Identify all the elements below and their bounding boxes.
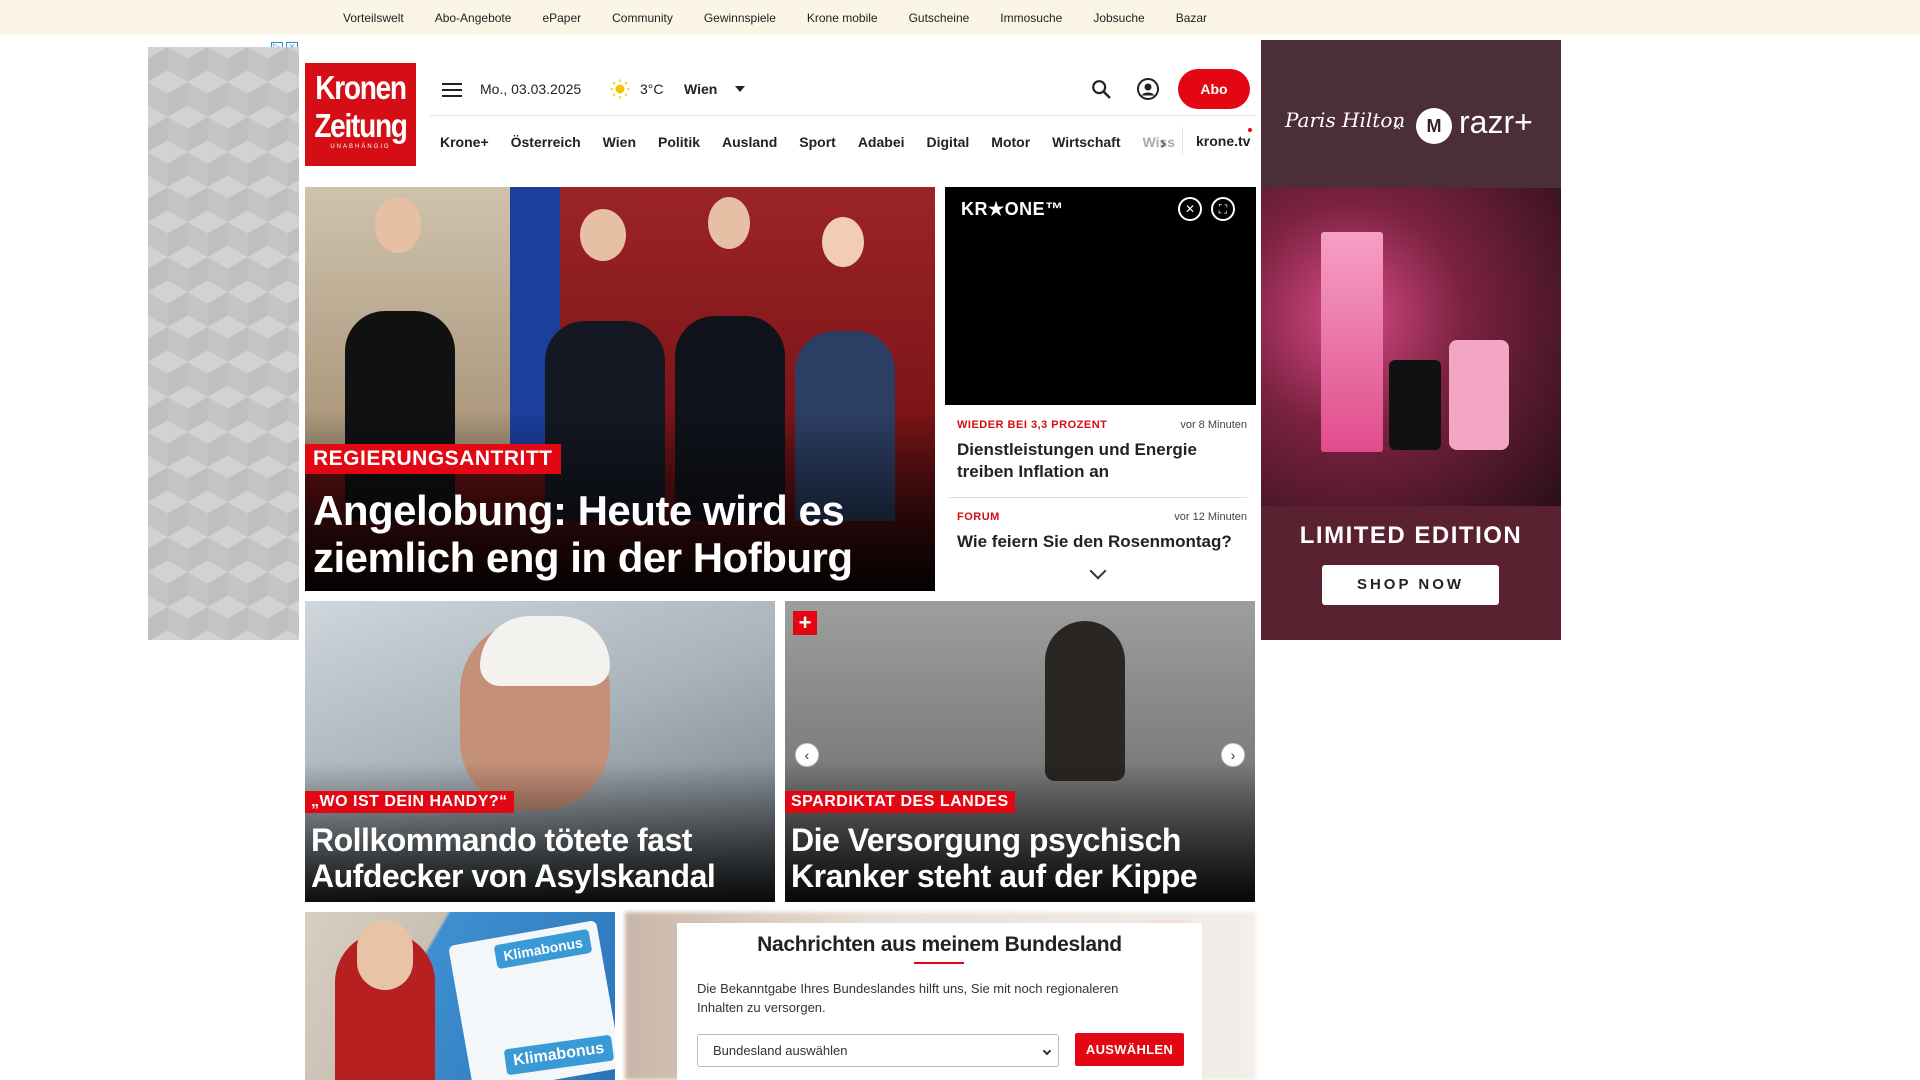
live-dot [1248, 128, 1252, 132]
card-headline[interactable]: Die Versorgung psychisch Kranker steht a… [791, 822, 1251, 894]
ticker-item[interactable]: FORUM vor 12 Minuten Wie feiern Sie den … [957, 511, 1247, 553]
nav-item-sport[interactable]: Sport [799, 134, 836, 150]
hero-image-head [708, 197, 750, 249]
motorola-logo-icon: M [1416, 108, 1452, 144]
ad-headline: LIMITED EDITION [1299, 522, 1523, 549]
service-link-krone-mobile[interactable]: Krone mobile [807, 11, 878, 25]
krone-plus-icon: + [793, 611, 817, 635]
ad-signature: Paris Hilton [1285, 108, 1406, 132]
bundesland-description: Die Bekanntgabe Ihres Bundeslandes hilft… [697, 981, 1119, 1015]
service-link-vorteilswelt[interactable]: Vorteilswelt [343, 11, 404, 25]
ad-phone [1449, 340, 1509, 450]
service-link-community[interactable]: Community [612, 11, 673, 25]
bundesland-selector-box: Nachrichten aus meinem Bundesland Die Be… [677, 923, 1202, 1080]
top-service-bar: Vorteilswelt Abo-Angebote ePaper Communi… [0, 0, 1920, 35]
card-image-bandage [480, 616, 610, 686]
card-headline[interactable]: Rollkommando tötete fast Aufdecker von A… [311, 822, 771, 894]
site-header: Mo., 03.03.2025 3°C Wien Abo [430, 63, 1256, 115]
card-kicker: SPARDIKTAT DES LANDES [785, 791, 1015, 813]
nav-separator [1182, 127, 1183, 155]
nav-item-oesterreich[interactable]: Österreich [511, 134, 581, 150]
hero-image-head [375, 197, 421, 253]
nav-item-digital[interactable]: Digital [927, 134, 970, 150]
service-link-jobsuche[interactable]: Jobsuche [1093, 11, 1144, 25]
fullscreen-icon[interactable]: ⛶ [1211, 197, 1235, 221]
article-card[interactable]: + ‹ › SPARDIKTAT DES LANDES Die Versorgu… [785, 601, 1255, 902]
krone-tv-logo: KR★ONE™ [961, 199, 1064, 219]
nav-item-krone-plus[interactable]: Krone+ [440, 134, 489, 150]
ticker-headline[interactable]: Wie feiern Sie den Rosenmontag? [957, 531, 1247, 553]
nav-item-wissen[interactable]: Wiss [1143, 134, 1175, 150]
card-image [1045, 621, 1125, 781]
ticker-time: vor 8 Minuten [1180, 419, 1247, 431]
logo-line-2: Zeitung [314, 107, 408, 144]
service-link-gewinnspiele[interactable]: Gewinnspiele [704, 11, 776, 25]
ad-shop-now-button[interactable]: SHOP NOW [1322, 565, 1499, 605]
ticker-time: vor 12 Minuten [1174, 511, 1247, 523]
bundesland-select-value: Bundesland auswählen [713, 1043, 848, 1058]
service-link-immosuche[interactable]: Immosuche [1000, 11, 1062, 25]
service-link-abo-angebote[interactable]: Abo-Angebote [435, 11, 512, 25]
ticker-headline[interactable]: Dienstleistungen und Energie treiben Inf… [957, 439, 1247, 483]
article-image-klimabonus[interactable]: Klimabonus Klimabonus [305, 912, 615, 1080]
user-account-icon[interactable] [1136, 77, 1160, 101]
hero-kicker: REGIERUNGSANTRITT [305, 444, 561, 474]
mute-icon[interactable]: ✕ [1178, 197, 1202, 221]
chevron-right-icon[interactable]: › [1160, 133, 1166, 154]
hero-image-head [822, 217, 864, 267]
ad-product-image [1261, 188, 1561, 506]
temperature: 3°C [640, 81, 664, 97]
ad-times: × [1393, 118, 1402, 134]
service-links: Vorteilswelt Abo-Angebote ePaper Communi… [343, 0, 1238, 35]
main-navigation: Krone+ Österreich Wien Politik Ausland S… [440, 131, 1175, 153]
ticker-divider [949, 497, 1247, 498]
hero-headline[interactable]: Angelobung: Heute wird es ziemlich eng i… [313, 487, 923, 581]
left-skyscraper-ad[interactable] [148, 47, 299, 640]
hamburger-menu-icon[interactable] [442, 83, 462, 97]
nav-item-politik[interactable]: Politik [658, 134, 700, 150]
bundesland-title: Nachrichten aus meinem Bundesland [757, 933, 1122, 956]
krone-logo[interactable]: Kronen Zeitung UNABHÄNGIG [305, 63, 416, 166]
current-date: Mo., 03.03.2025 [480, 81, 582, 97]
image-head [357, 920, 413, 990]
nav-item-adabei[interactable]: Adabei [858, 134, 905, 150]
abo-button[interactable]: Abo [1178, 69, 1250, 109]
hero-image-head [580, 209, 626, 261]
nav-item-wirtschaft[interactable]: Wirtschaft [1052, 134, 1120, 150]
article-card[interactable]: „WO IST DEIN HANDY?“ Rollkommando tötete… [305, 601, 775, 902]
sun-icon [610, 79, 630, 99]
service-link-epaper[interactable]: ePaper [542, 11, 581, 25]
auswaehlen-button[interactable]: AUSWÄHLEN [1075, 1033, 1184, 1066]
search-icon[interactable] [1090, 78, 1112, 100]
header-divider [430, 115, 1256, 116]
chevron-down-icon[interactable] [735, 86, 745, 92]
service-link-bazar[interactable]: Bazar [1176, 11, 1207, 25]
title-underline [914, 962, 964, 964]
ad-phone [1389, 360, 1441, 450]
nav-item-motor[interactable]: Motor [991, 134, 1030, 150]
card-kicker: „WO IST DEIN HANDY?“ [305, 791, 514, 813]
chevron-down-icon [1042, 1046, 1052, 1056]
logo-line-1: Kronen [315, 69, 407, 106]
ticker-item[interactable]: WIEDER BEI 3,3 PROZENT vor 8 Minuten Die… [957, 419, 1247, 483]
nav-item-krone-tv[interactable]: krone.tv [1196, 133, 1250, 149]
news-ticker: WIEDER BEI 3,3 PROZENT vor 8 Minuten Die… [945, 405, 1256, 610]
nav-item-ausland[interactable]: Ausland [722, 134, 777, 150]
ad-product-box [1321, 232, 1383, 452]
ad-brand: razr+ [1459, 104, 1533, 140]
krone-tv-video-player[interactable]: KR★ONE™ ✕ ⛶ [945, 187, 1256, 405]
hero-article[interactable]: REGIERUNGSANTRITT Angelobung: Heute wird… [305, 187, 935, 591]
service-link-gutscheine[interactable]: Gutscheine [909, 11, 970, 25]
city-selector[interactable]: Wien [684, 81, 717, 97]
bundesland-select[interactable]: Bundesland auswählen [697, 1034, 1059, 1067]
nav-item-wien[interactable]: Wien [603, 134, 636, 150]
right-skyscraper-ad[interactable]: Paris Hilton × M razr+ LIMITED EDITION S… [1261, 40, 1561, 640]
